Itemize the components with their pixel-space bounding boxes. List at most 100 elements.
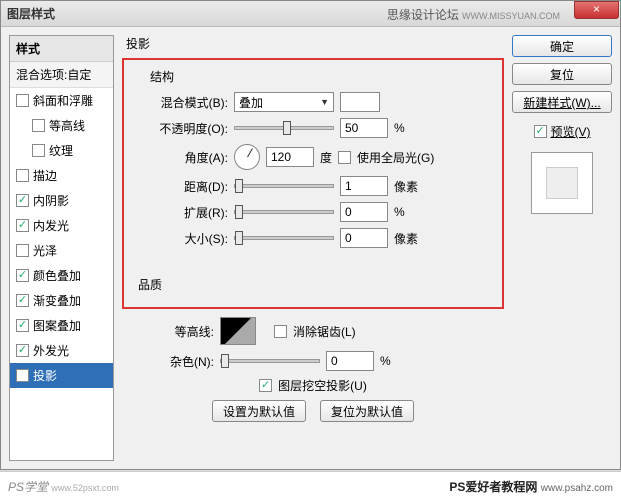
blendmode-label: 混合模式(B): xyxy=(150,94,228,111)
size-label: 大小(S): xyxy=(150,230,228,247)
style-checkbox[interactable] xyxy=(16,169,29,182)
style-label: 渐变叠加 xyxy=(33,292,81,309)
distance-field[interactable]: 1 xyxy=(340,176,388,196)
noise-field[interactable]: 0 xyxy=(326,351,374,371)
styles-panel: 样式 混合选项:自定 斜面和浮雕等高线纹理描边内阴影内发光光泽颜色叠加渐变叠加图… xyxy=(9,35,114,461)
blendmode-dropdown[interactable]: 叠加▼ xyxy=(234,92,334,112)
style-checkbox[interactable] xyxy=(16,344,29,357)
knockout-label: 图层挖空投影(U) xyxy=(278,377,367,394)
style-label: 内阴影 xyxy=(33,192,69,209)
style-checkbox[interactable] xyxy=(16,294,29,307)
contour-picker[interactable] xyxy=(220,317,256,345)
knockout-checkbox[interactable] xyxy=(259,379,272,392)
color-swatch[interactable] xyxy=(340,92,380,112)
style-checkbox[interactable] xyxy=(16,369,29,382)
preview-swatch xyxy=(531,152,593,214)
dialog-window: 图层样式 思缘设计论坛 WWW.MISSYUAN.COM × 样式 混合选项:自… xyxy=(0,0,621,470)
noise-slider[interactable] xyxy=(220,359,320,363)
style-item-6[interactable]: 光泽 xyxy=(10,238,113,263)
style-label: 斜面和浮雕 xyxy=(33,92,93,109)
distance-label: 距离(D): xyxy=(150,178,228,195)
section-title: 投影 xyxy=(126,35,504,52)
style-item-5[interactable]: 内发光 xyxy=(10,213,113,238)
size-unit: 像素 xyxy=(394,230,424,247)
style-label: 光泽 xyxy=(33,242,57,259)
spread-label: 扩展(R): xyxy=(150,204,228,221)
distance-unit: 像素 xyxy=(394,178,424,195)
noise-unit: % xyxy=(380,354,410,368)
opacity-slider[interactable] xyxy=(234,126,334,130)
blend-options-header[interactable]: 混合选项:自定 xyxy=(10,62,113,88)
style-checkbox[interactable] xyxy=(16,319,29,332)
preview-checkbox[interactable] xyxy=(534,125,547,138)
styles-header[interactable]: 样式 xyxy=(10,36,113,62)
settings-panel: 投影 结构 混合模式(B): 叠加▼ 不透明度(O): 50 xyxy=(122,35,504,461)
page-footer: PS学堂 www.52psxt.com PS爱好者教程网 www.psahz.c… xyxy=(0,471,621,501)
angle-label: 角度(A): xyxy=(150,149,228,166)
style-item-4[interactable]: 内阴影 xyxy=(10,188,113,213)
structure-inner: 结构 混合模式(B): 叠加▼ 不透明度(O): 50 % xyxy=(138,76,488,266)
angle-field[interactable]: 120 xyxy=(266,147,314,167)
noise-label: 杂色(N): xyxy=(136,353,214,370)
style-checkbox[interactable] xyxy=(16,194,29,207)
spread-field[interactable]: 0 xyxy=(340,202,388,222)
global-light-checkbox[interactable] xyxy=(338,151,351,164)
close-button[interactable]: × xyxy=(574,1,619,19)
style-label: 图案叠加 xyxy=(33,317,81,334)
style-label: 等高线 xyxy=(49,117,85,134)
style-checkbox[interactable] xyxy=(32,144,45,157)
style-label: 描边 xyxy=(33,167,57,184)
spread-slider[interactable] xyxy=(234,210,334,214)
style-checkbox[interactable] xyxy=(16,219,29,232)
style-item-11[interactable]: 投影 xyxy=(10,363,113,388)
new-style-button[interactable]: 新建样式(W)... xyxy=(512,91,612,113)
style-label: 纹理 xyxy=(49,142,73,159)
style-item-1[interactable]: 等高线 xyxy=(10,113,113,138)
ok-button[interactable]: 确定 xyxy=(512,35,612,57)
size-field[interactable]: 0 xyxy=(340,228,388,248)
spread-unit: % xyxy=(394,205,424,219)
window-title: 图层样式 xyxy=(7,5,55,22)
style-checkbox[interactable] xyxy=(16,269,29,282)
right-panel: 确定 复位 新建样式(W)... 预览(V) xyxy=(512,35,612,461)
quality-title: 品质 xyxy=(138,278,162,292)
style-label: 投影 xyxy=(33,367,57,384)
style-label: 外发光 xyxy=(33,342,69,359)
angle-unit: 度 xyxy=(320,149,332,166)
reset-button[interactable]: 复位 xyxy=(512,63,612,85)
style-label: 内发光 xyxy=(33,217,69,234)
style-label: 颜色叠加 xyxy=(33,267,81,284)
opacity-field[interactable]: 50 xyxy=(340,118,388,138)
set-default-button[interactable]: 设置为默认值 xyxy=(212,400,306,422)
restore-default-button[interactable]: 复位为默认值 xyxy=(320,400,414,422)
preview-label: 预览(V) xyxy=(551,123,591,140)
chevron-down-icon: ▼ xyxy=(320,97,329,107)
distance-slider[interactable] xyxy=(234,184,334,188)
opacity-unit: % xyxy=(394,121,424,135)
dialog-content: 样式 混合选项:自定 斜面和浮雕等高线纹理描边内阴影内发光光泽颜色叠加渐变叠加图… xyxy=(1,27,620,469)
style-item-7[interactable]: 颜色叠加 xyxy=(10,263,113,288)
size-slider[interactable] xyxy=(234,236,334,240)
opacity-label: 不透明度(O): xyxy=(150,120,228,137)
style-checkbox[interactable] xyxy=(32,119,45,132)
watermark: 思缘设计论坛 WWW.MISSYUAN.COM xyxy=(387,6,560,23)
antialias-checkbox[interactable] xyxy=(274,325,287,338)
style-checkbox[interactable] xyxy=(16,94,29,107)
structure-title: 结构 xyxy=(146,68,178,85)
style-item-9[interactable]: 图案叠加 xyxy=(10,313,113,338)
structure-group: 结构 混合模式(B): 叠加▼ 不透明度(O): 50 % xyxy=(122,58,504,309)
style-item-3[interactable]: 描边 xyxy=(10,163,113,188)
style-list: 斜面和浮雕等高线纹理描边内阴影内发光光泽颜色叠加渐变叠加图案叠加外发光投影 xyxy=(10,88,113,388)
antialias-label: 消除锯齿(L) xyxy=(293,323,356,340)
style-item-10[interactable]: 外发光 xyxy=(10,338,113,363)
global-light-label: 使用全局光(G) xyxy=(357,149,434,166)
style-item-8[interactable]: 渐变叠加 xyxy=(10,288,113,313)
style-item-2[interactable]: 纹理 xyxy=(10,138,113,163)
style-item-0[interactable]: 斜面和浮雕 xyxy=(10,88,113,113)
style-checkbox[interactable] xyxy=(16,244,29,257)
contour-label: 等高线: xyxy=(136,323,214,340)
angle-dial[interactable] xyxy=(234,144,260,170)
footer-left: PS学堂 www.52psxt.com xyxy=(8,478,119,495)
titlebar[interactable]: 图层样式 思缘设计论坛 WWW.MISSYUAN.COM × xyxy=(1,1,620,27)
footer-right: PS爱好者教程网 www.psahz.com xyxy=(449,478,613,495)
